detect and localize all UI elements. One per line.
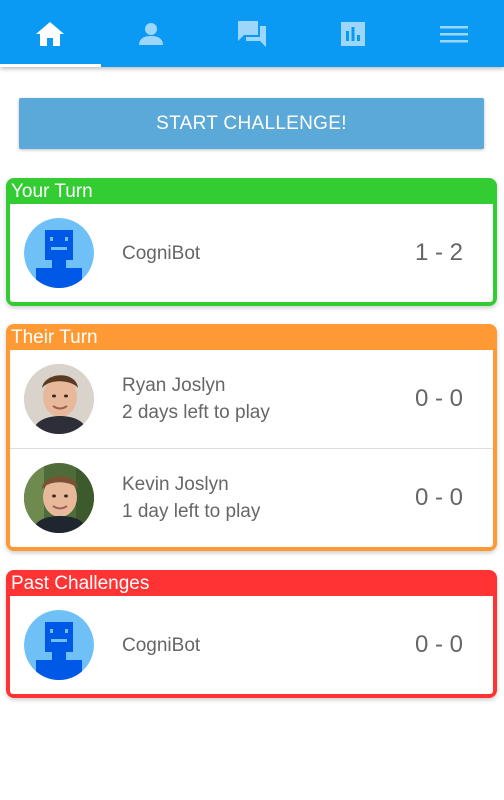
section-title: Past Challenges: [11, 573, 150, 594]
tab-stats[interactable]: [302, 0, 403, 67]
match-score: 0 - 0: [414, 631, 463, 658]
your-turn-section: Your Turn CogniBot 1 - 2: [6, 178, 497, 306]
top-nav-bar: [0, 0, 504, 67]
player-name: Ryan Joslyn: [122, 375, 226, 396]
section-list: Ryan Joslyn 2 days left to play 0 - 0 Ke…: [10, 350, 493, 547]
tab-home[interactable]: [0, 0, 101, 67]
player-photo-avatar: [24, 364, 94, 434]
player-name: Kevin Joslyn: [122, 474, 229, 495]
player-name: CogniBot: [122, 634, 201, 656]
player-photo-avatar: [24, 463, 94, 533]
tab-profile[interactable]: [101, 0, 202, 67]
list-item[interactable]: Kevin Joslyn 1 day left to play 0 - 0: [10, 448, 493, 547]
time-remaining: 2 days left to play: [122, 402, 270, 423]
player-name: CogniBot: [122, 242, 201, 264]
match-score: 0 - 0: [414, 385, 463, 412]
section-list: CogniBot 1 - 2: [10, 204, 493, 302]
person-icon: [138, 21, 164, 47]
their-turn-section: Their Turn Ryan Joslyn 2 days left to pl…: [6, 324, 497, 551]
list-item[interactable]: CogniBot 1 - 2: [10, 204, 493, 302]
section-title: Your Turn: [11, 181, 93, 202]
match-score: 0 - 0: [414, 484, 463, 511]
section-title: Their Turn: [11, 327, 98, 348]
menu-icon: [439, 24, 468, 44]
time-remaining: 1 day left to play: [122, 501, 261, 522]
robot-avatar: [24, 218, 94, 288]
robot-avatar: [24, 610, 94, 680]
home-icon: [35, 21, 65, 47]
list-item[interactable]: CogniBot 0 - 0: [10, 596, 493, 694]
chat-icon: [237, 20, 267, 48]
match-score: 1 - 2: [414, 239, 463, 266]
stats-icon: [339, 20, 367, 48]
section-list: CogniBot 0 - 0: [10, 596, 493, 694]
past-challenges-section: Past Challenges CogniBot 0 - 0: [6, 570, 497, 698]
list-item[interactable]: Ryan Joslyn 2 days left to play 0 - 0: [10, 350, 493, 448]
start-challenge-button[interactable]: START CHALLENGE!: [19, 98, 484, 149]
tab-menu[interactable]: [403, 0, 504, 67]
tab-chat[interactable]: [202, 0, 303, 67]
